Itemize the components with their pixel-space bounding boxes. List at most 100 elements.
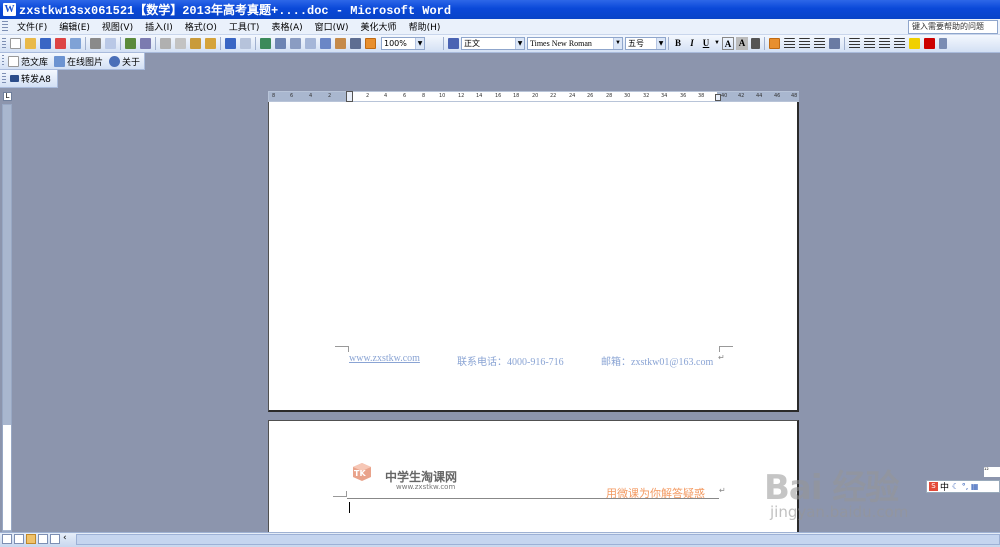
ime-status-bar[interactable]: S 中 ☾ °, ▦ [926,480,1000,493]
email-icon[interactable] [70,38,81,49]
horizontal-scrollbar[interactable] [76,534,1000,545]
online-images-button[interactable]: 在线图片 [52,55,103,68]
outline-view-icon[interactable] [38,534,48,544]
web-view-icon[interactable] [14,534,24,544]
word-app-icon[interactable]: W [3,3,16,16]
forward-a8-button[interactable]: 转发A8 [8,72,51,85]
show-hide-icon[interactable] [365,38,376,49]
indent-marker-icon[interactable] [346,91,353,102]
font-color-icon[interactable] [924,38,935,49]
italic-button[interactable]: I [686,37,698,50]
columns-icon[interactable] [320,38,331,49]
toolbar-grip-icon[interactable] [2,20,8,33]
align-right-icon[interactable] [799,38,810,49]
about-button[interactable]: 关于 [107,55,140,68]
scroll-left-icon[interactable]: ‹ [63,534,73,544]
style-select[interactable]: 正文 ▼ [461,37,525,50]
menu-view[interactable]: 视图(V) [96,20,139,33]
copy-icon[interactable] [175,38,186,49]
undo-icon[interactable] [225,38,236,49]
tk-logo-icon: TK [353,463,371,481]
char-border-button[interactable]: A [722,37,734,50]
print-layout-view-icon[interactable] [26,534,36,544]
chevron-down-icon[interactable]: ▼ [515,38,524,49]
menu-window[interactable]: 窗口(W) [309,20,355,33]
toolbar-grip-icon[interactable] [2,72,6,85]
char-scale-icon[interactable] [751,38,760,49]
font-select[interactable]: Times New Roman ▼ [527,37,623,50]
chevron-down-icon[interactable]: ▼ [415,38,424,49]
redo-icon[interactable] [240,38,251,49]
zoom-select[interactable]: 100% ▼ [381,37,425,50]
tables-borders-icon[interactable] [275,38,286,49]
ruler-tick: 4 [309,93,313,99]
user-icon [108,55,120,67]
bullets-icon[interactable] [864,38,875,49]
numbering-icon[interactable] [849,38,860,49]
ruler-tick: 44 [756,93,763,99]
insert-table-icon[interactable] [290,38,301,49]
open-folder-icon[interactable] [25,38,36,49]
permission-icon[interactable] [55,38,66,49]
reading-view-icon[interactable] [50,534,60,544]
footer-website-link[interactable]: www.zxstkw.com [349,353,420,364]
new-document-icon[interactable] [10,38,21,49]
ruler-tick: 20 [532,93,539,99]
chevron-down-icon[interactable]: ▼ [714,37,720,50]
highlight-icon[interactable] [909,38,920,49]
toolbar-options-icon[interactable] [939,38,947,49]
toolbar-grip-icon[interactable] [2,55,4,67]
menu-help[interactable]: 帮助(H) [403,20,447,33]
ime-marks[interactable]: ☾ °, ▦ [952,482,978,491]
normal-view-icon[interactable] [2,534,12,544]
chevron-down-icon[interactable]: ▼ [656,38,665,49]
sogou-icon[interactable]: S [929,482,938,491]
fanwen-button[interactable]: 范文库 [6,55,48,68]
underline-button[interactable]: U [700,37,712,50]
menu-beautify[interactable]: 美化大师 [355,20,403,33]
styles-pane-icon[interactable] [448,38,459,49]
char-shading-button[interactable]: A [736,37,748,50]
print-icon[interactable] [90,38,101,49]
font-size-select[interactable]: 五号 ▼ [625,37,666,50]
decrease-indent-icon[interactable] [879,38,890,49]
drawing-icon[interactable] [335,38,346,49]
menu-tools[interactable]: 工具(T) [223,20,266,33]
research-icon[interactable] [140,38,151,49]
print-preview-icon[interactable] [105,38,116,49]
insert-excel-icon[interactable] [305,38,316,49]
spelling-icon[interactable] [125,38,136,49]
vertical-ruler[interactable] [2,104,12,532]
bold-button[interactable]: B [672,37,684,50]
document-page-2[interactable]: TK 中学生淘课网 www.zxstkw.com 用微课为你解答疑惑 ↵ [268,420,799,547]
format-painter-icon[interactable] [205,38,216,49]
align-left-icon[interactable] [769,38,780,49]
ruler-tick: 2 [366,93,370,99]
ruler-tick: 16 [495,93,502,99]
paste-icon[interactable] [190,38,201,49]
logo-url: www.zxstkw.com [396,483,456,491]
cut-icon[interactable] [160,38,171,49]
save-icon[interactable] [40,38,51,49]
forward-icon [10,75,19,82]
increase-indent-icon[interactable] [894,38,905,49]
ime-mode-label[interactable]: 中 [940,480,949,493]
help-search-input[interactable]: 键入需要帮助的问题 [908,20,998,34]
menu-insert[interactable]: 插入(I) [139,20,179,33]
document-map-icon[interactable] [350,38,361,49]
menu-format[interactable]: 格式(O) [179,20,223,33]
justify-icon[interactable] [814,38,825,49]
logo-mark: TK [354,469,366,478]
toolbar-grip-icon[interactable] [2,37,6,50]
hyperlink-icon[interactable] [260,38,271,49]
chevron-down-icon[interactable]: ▼ [613,38,622,49]
horizontal-ruler[interactable]: 8 6 4 2 2 4 6 8 10 12 14 16 18 20 22 24 … [268,91,799,102]
menu-file[interactable]: 文件(F) [11,20,53,33]
document-page-1[interactable]: www.zxstkw.com 联系电话：4000-916-716 邮箱：zxst… [268,102,799,412]
line-spacing-icon[interactable] [829,38,840,49]
ruler-tick: 4 [384,93,388,99]
menu-table[interactable]: 表格(A) [265,20,308,33]
align-center-icon[interactable] [784,38,795,49]
menu-edit[interactable]: 编辑(E) [53,20,96,33]
tab-selector[interactable]: L [3,92,12,101]
